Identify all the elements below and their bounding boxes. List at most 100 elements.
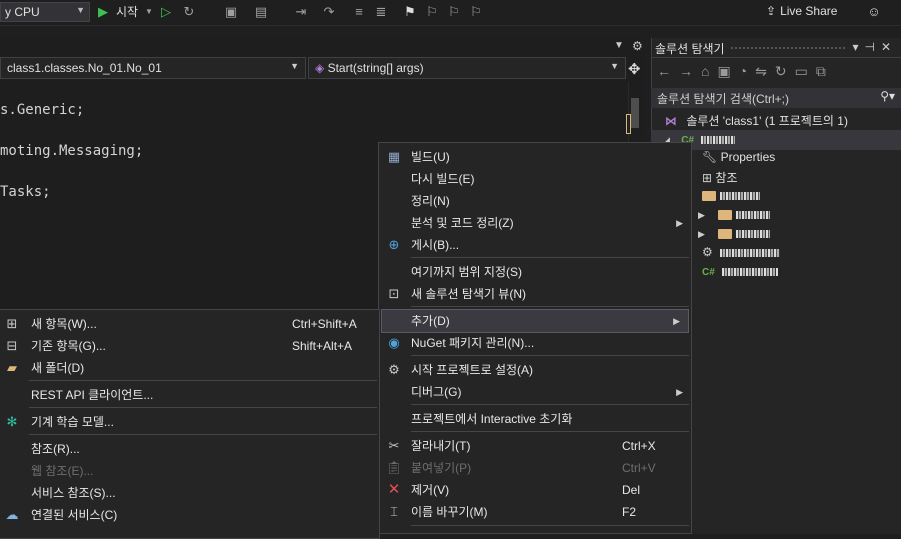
step-over-icon[interactable]: ↷	[320, 4, 338, 20]
folder-icon	[718, 228, 733, 239]
submenu-arrow-icon: ▶	[676, 387, 683, 397]
code-line: moting.Messaging;	[0, 143, 144, 159]
live-share-button[interactable]: ⇪ Live Share	[766, 4, 837, 18]
tree-item-config[interactable]: ⚙	[702, 243, 901, 263]
menu-item-nuget[interactable]: ◉ NuGet 패키지 관리(N)...	[379, 332, 691, 354]
menu-item-add[interactable]: 추가(D) ▶	[381, 309, 689, 333]
tree-item-properties[interactable]: 🔧︎ Properties	[702, 148, 901, 168]
tree-item-folder-no01[interactable]: ▶	[698, 205, 901, 225]
indent-icon[interactable]: ≡	[350, 4, 368, 20]
feedback-icon[interactable]: ☺	[866, 4, 882, 20]
menu-item-rename[interactable]: ⌶ 이름 바꾸기(M) F2	[379, 501, 691, 523]
clear-bookmark-icon[interactable]: ⚐	[468, 4, 484, 20]
tree-item-references[interactable]: ⊞ 참조	[702, 167, 901, 187]
menu-item-set-startup[interactable]: ⚙ 시작 프로젝트로 설정(A)	[379, 359, 691, 381]
menu-separator	[411, 404, 689, 405]
menu-item-service-reference[interactable]: 서비스 참조(S)...	[0, 482, 379, 504]
platform-label: y CPU	[5, 5, 40, 19]
start-dropdown-icon[interactable]: ▼	[144, 4, 154, 20]
platform-dropdown[interactable]: y CPU ▼	[0, 2, 90, 22]
method-icon: ◈	[315, 61, 325, 75]
chevron-down-icon: ▼	[76, 5, 85, 15]
menu-item-debug[interactable]: 디버그(G) ▶	[379, 381, 691, 403]
menu-item-publish[interactable]: ⊕ 게시(B)...	[379, 234, 691, 256]
project-label	[701, 135, 736, 144]
menu-item-paste[interactable]: 📋︎ 붙여넣기(P) Ctrl+V	[379, 457, 691, 479]
class-nav-dropdown[interactable]: class1.classes.No_01.No_01 ▼	[0, 57, 306, 79]
solution-explorer-toolbar[interactable]: ←→⌂▣◔⇋↻▭⧉	[651, 60, 901, 86]
menu-item-build[interactable]: ▦ 빌드(U)	[379, 146, 691, 168]
folder-label	[736, 210, 771, 219]
chevron-right-icon: ▶	[698, 210, 705, 220]
solution-icon: ⋈	[665, 114, 677, 128]
main-toolbar: y CPU ▼ ▶ 시작 ▼ ▷ ↻ ▣ ▤ ⇥ ↷ ≡ ≣ ⚑ ⚐ ⚐ ⚐ ⇪…	[0, 0, 901, 26]
menu-separator	[411, 431, 689, 432]
start-button[interactable]: 시작	[116, 4, 138, 20]
share-icon: ⇪	[766, 4, 777, 18]
build-icon: ▦	[387, 149, 401, 164]
menu-item-new-folder[interactable]: ▰ 새 폴더(D)	[0, 357, 379, 379]
tab-dropdown-icon[interactable]: ▼	[614, 40, 624, 51]
new-item-icon: ⊞	[6, 316, 18, 331]
layout-icon[interactable]: ▤	[252, 4, 270, 20]
menu-item-connected-service[interactable]: ☁ 연결된 서비스(C)	[0, 504, 379, 526]
hot-reload-icon[interactable]: ↻	[180, 4, 198, 20]
bookmark-icon[interactable]: ⚑	[402, 4, 418, 20]
tree-item-csfile[interactable]: C#	[702, 262, 901, 282]
menu-item-scope[interactable]: 여기까지 범위 지정(S)	[379, 261, 691, 283]
solution-explorer-title: 솔루션 탐색기 ▾⊣✕	[651, 38, 901, 58]
menu-separator	[29, 380, 377, 381]
code-line: s.Generic;	[0, 102, 85, 118]
menu-separator	[29, 407, 377, 408]
next-bookmark-icon[interactable]: ⚐	[446, 4, 462, 20]
outdent-icon[interactable]: ≣	[372, 4, 390, 20]
csharp-file-icon: C#	[702, 267, 715, 278]
menu-item-web-reference[interactable]: 웹 참조(E)...	[0, 460, 379, 482]
explorer-icon[interactable]: ▣	[222, 4, 240, 20]
menu-separator	[411, 525, 689, 526]
folder-icon	[718, 209, 733, 220]
submenu-arrow-icon: ▶	[676, 218, 683, 228]
solution-node[interactable]: ⋈ 솔루션 'class1' (1 프로젝트의 1)	[651, 110, 901, 130]
project-context-menu: ▦ 빌드(U) 다시 빌드(E) 정리(N) 분석 및 코드 정리(Z) ▶ ⊕ 게시…	[378, 142, 692, 534]
menu-item-new-item[interactable]: ⊞ 새 항목(W)... Ctrl+Shift+A	[0, 313, 379, 335]
paste-icon: 📋︎	[385, 460, 403, 475]
chevron-down-icon: ▼	[610, 61, 619, 71]
menu-item-analyze[interactable]: 분석 및 코드 정리(Z) ▶	[379, 212, 691, 234]
menu-item-cut[interactable]: ✂ 잘라내기(T) Ctrl+X	[379, 435, 691, 457]
step-icon[interactable]: ⇥	[292, 4, 310, 20]
menu-item-rebuild[interactable]: 다시 빌드(E)	[379, 168, 691, 190]
scroll-marker	[626, 114, 631, 134]
start-without-debug-icon[interactable]: ▷	[158, 4, 174, 20]
scrollbar-thumb[interactable]	[631, 98, 639, 128]
split-icon[interactable]: ✥	[628, 60, 641, 78]
menu-item-existing-item[interactable]: ⊟ 기존 항목(G)... Shift+Alt+A	[0, 335, 379, 357]
menu-item-new-view[interactable]: ⊡ 새 솔루션 탐색기 뷰(N)	[379, 283, 691, 305]
panel-window-buttons[interactable]: ▾⊣✕	[852, 40, 897, 54]
references-icon: ⊞	[702, 171, 713, 185]
chevron-down-icon: ▼	[290, 61, 299, 71]
menu-separator	[411, 306, 689, 307]
menu-item-remove[interactable]: ✕ 제거(V) Del	[379, 479, 691, 501]
play-icon[interactable]: ▶	[96, 4, 110, 20]
menu-item-clean[interactable]: 정리(N)	[379, 190, 691, 212]
tree-item-folder-no02[interactable]: ▶	[698, 224, 901, 244]
nuget-icon: ◉	[388, 335, 400, 350]
solution-search-input[interactable]: 솔루션 탐색기 검색(Ctrl+;) ⚲▾	[651, 88, 901, 108]
existing-item-icon: ⊟	[6, 338, 18, 353]
chevron-right-icon: ▶	[698, 229, 705, 239]
member-nav-dropdown[interactable]: ◈ Start(string[] args) ▼	[308, 57, 626, 79]
tree-item-folder[interactable]	[702, 186, 901, 206]
gear-icon[interactable]: ⚙	[632, 39, 643, 53]
menu-item-interactive[interactable]: 프로젝트에서 Interactive 초기화	[379, 408, 691, 430]
menu-item-ml-model[interactable]: ✻ 기계 학습 모델...	[0, 411, 379, 433]
menu-separator	[29, 434, 377, 435]
menu-item-rest-api[interactable]: REST API 클라이언트...	[0, 384, 379, 406]
scissors-icon: ✂	[388, 438, 400, 453]
wrench-icon: 🔧︎	[702, 150, 718, 164]
remove-icon: ✕	[387, 481, 401, 498]
prev-bookmark-icon[interactable]: ⚐	[424, 4, 440, 20]
rename-icon: ⌶	[390, 504, 398, 519]
new-folder-icon: ▰	[7, 360, 17, 375]
menu-item-reference[interactable]: 참조(R)...	[0, 438, 379, 460]
